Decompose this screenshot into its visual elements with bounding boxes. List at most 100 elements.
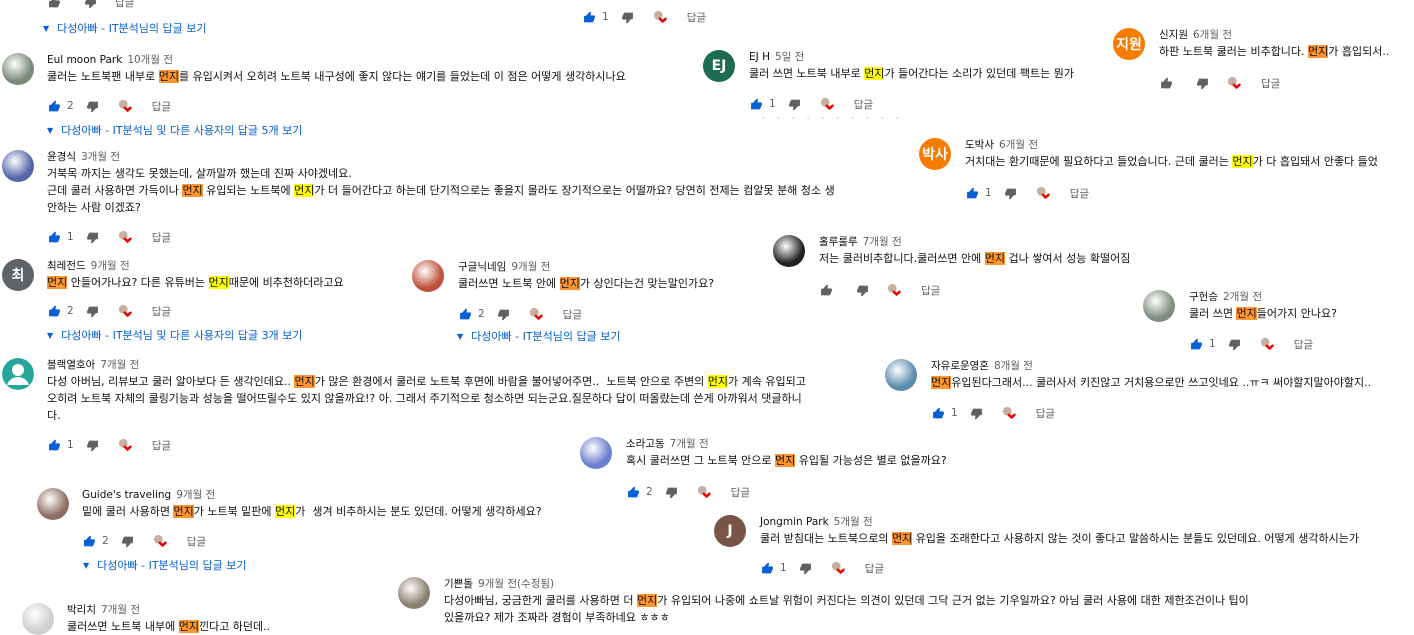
comment-author[interactable]: 신지원 (1159, 29, 1188, 41)
thumb-up-icon[interactable] (47, 438, 61, 452)
thumb-down-icon[interactable] (497, 307, 511, 321)
thumb-down-icon[interactable] (86, 304, 100, 318)
thumb-down-icon[interactable] (788, 97, 802, 111)
comment-author[interactable]: EJ H (749, 51, 770, 63)
comment-time[interactable]: 2개월 전 (1223, 291, 1262, 303)
comment-author[interactable]: Eul moon Park (47, 54, 122, 66)
reply-button[interactable]: 답글 (1294, 337, 1313, 352)
comment-author[interactable]: 구글닉네임 (458, 261, 506, 273)
view-replies-button[interactable]: ▼ 다성아빠 - IT분석님의 답글 보기 (83, 557, 247, 573)
thumb-up-icon[interactable] (47, 0, 61, 9)
reply-button[interactable]: 답글 (687, 10, 706, 25)
comment-time[interactable]: 9개월 전 (511, 261, 550, 273)
reply-button[interactable]: 답글 (115, 0, 134, 10)
comment-author[interactable]: 블랙열호아 (47, 359, 95, 371)
reply-button[interactable]: 답글 (563, 307, 582, 322)
reply-button[interactable]: 답글 (187, 534, 206, 549)
thumb-up-icon[interactable] (458, 307, 472, 321)
comment-author[interactable]: 기쁜돌 (444, 578, 473, 590)
comment-author[interactable]: 도박사 (965, 139, 994, 151)
thumb-down-icon[interactable] (1228, 337, 1242, 351)
view-replies-button[interactable]: ▼ 다성아빠 - IT분석님의 답글 보기 (43, 20, 207, 36)
thumb-up-icon[interactable] (1159, 76, 1173, 90)
comment-time[interactable]: 9개월 전 (91, 260, 130, 272)
comment-author[interactable]: 홀루룰루 (819, 236, 858, 248)
reply-button[interactable]: 답글 (731, 485, 750, 500)
reply-button[interactable]: 답글 (921, 283, 940, 298)
comment-time[interactable]: 7개월 전 (670, 438, 709, 450)
comment-author[interactable]: 박리치 (67, 604, 96, 616)
avatar[interactable] (37, 488, 69, 520)
thumb-up-icon[interactable] (626, 485, 640, 499)
avatar[interactable] (885, 359, 917, 391)
reply-button[interactable]: 답글 (1036, 406, 1055, 421)
comment-time[interactable]: 6개월 전 (1193, 29, 1232, 41)
thumb-down-icon[interactable] (86, 99, 100, 113)
avatar[interactable]: 최 (2, 259, 34, 291)
reply-button[interactable]: 답글 (854, 97, 873, 112)
thumb-down-icon[interactable] (83, 0, 97, 9)
thumb-down-icon[interactable] (86, 230, 100, 244)
avatar[interactable]: EJ (703, 50, 735, 82)
thumb-down-icon[interactable] (621, 10, 635, 24)
comment-time[interactable]: 9개월 전 (176, 489, 215, 501)
comment-author[interactable]: 구헌승 (1189, 291, 1218, 303)
reply-button[interactable]: 답글 (865, 561, 884, 576)
thumb-down-icon[interactable] (799, 561, 813, 575)
thumb-up-icon[interactable] (582, 10, 596, 24)
thumb-down-icon[interactable] (1195, 76, 1209, 90)
thumb-up-icon[interactable] (965, 186, 979, 200)
comment-time[interactable]: 7개월 전 (100, 359, 139, 371)
comment-time[interactable]: 3개월 전 (81, 151, 120, 163)
reply-button[interactable]: 답글 (152, 438, 171, 453)
reply-button[interactable]: 답글 (1261, 76, 1280, 91)
avatar[interactable] (773, 235, 805, 267)
avatar[interactable] (2, 53, 34, 85)
thumb-up-icon[interactable] (47, 99, 61, 113)
reply-button[interactable]: 답글 (152, 99, 171, 114)
reply-button[interactable]: 답글 (152, 304, 171, 319)
comment-author[interactable]: Guide's traveling (82, 489, 171, 501)
comment-author[interactable]: 최레전드 (47, 260, 86, 272)
thumb-down-icon[interactable] (665, 485, 679, 499)
comment-time[interactable]: 10개월 전 (127, 54, 173, 66)
thumb-up-icon[interactable] (47, 230, 61, 244)
thumb-up-icon[interactable] (749, 97, 763, 111)
comment-time[interactable]: 7개월 전 (863, 236, 902, 248)
reply-button[interactable]: 답글 (152, 230, 171, 245)
view-replies-button[interactable]: ▼ 다성아빠 - IT분석님 및 다른 사용자의 답글 5개 보기 (47, 122, 302, 138)
comment-time[interactable]: 5일 전 (775, 51, 804, 63)
avatar[interactable]: 박사 (919, 138, 951, 170)
thumb-down-icon[interactable] (1004, 186, 1018, 200)
view-replies-button[interactable]: ▼ 다성아빠 - IT분석님 및 다른 사용자의 답글 3개 보기 (47, 327, 302, 343)
thumb-up-icon[interactable] (82, 534, 96, 548)
thumb-down-icon[interactable] (86, 438, 100, 452)
thumb-up-icon[interactable] (819, 283, 833, 297)
comment-time[interactable]: 7개월 전 (101, 604, 140, 616)
comment-time[interactable]: 8개월 전 (994, 360, 1033, 372)
comment-time[interactable]: 6개월 전 (999, 139, 1038, 151)
comment-author[interactable]: 소라고동 (626, 438, 665, 450)
avatar[interactable] (1143, 290, 1175, 322)
thumb-up-icon[interactable] (1189, 337, 1203, 351)
thumb-down-icon[interactable] (970, 406, 984, 420)
avatar[interactable] (580, 437, 612, 469)
thumb-up-icon[interactable] (760, 561, 774, 575)
comment-author[interactable]: 윤경식 (47, 151, 76, 163)
reply-button[interactable]: 답글 (1070, 186, 1089, 201)
avatar[interactable] (412, 260, 444, 292)
avatar[interactable] (2, 150, 34, 182)
comment-author[interactable]: 자유로운영혼 (931, 360, 989, 372)
avatar[interactable] (22, 603, 54, 635)
thumb-up-icon[interactable] (47, 304, 61, 318)
comment-time[interactable]: 5개월 전 (834, 516, 873, 528)
avatar[interactable] (398, 577, 430, 609)
view-replies-button[interactable]: ▼ 다성아빠 - IT분석님의 답글 보기 (457, 328, 621, 344)
thumb-down-icon[interactable] (121, 534, 135, 548)
thumb-up-icon[interactable] (931, 406, 945, 420)
comment-time[interactable]: 9개월 전(수정됨) (478, 578, 554, 590)
avatar[interactable] (2, 358, 34, 390)
avatar[interactable]: 지원 (1113, 28, 1145, 60)
avatar[interactable]: J (714, 515, 746, 547)
thumb-down-icon[interactable] (855, 283, 869, 297)
